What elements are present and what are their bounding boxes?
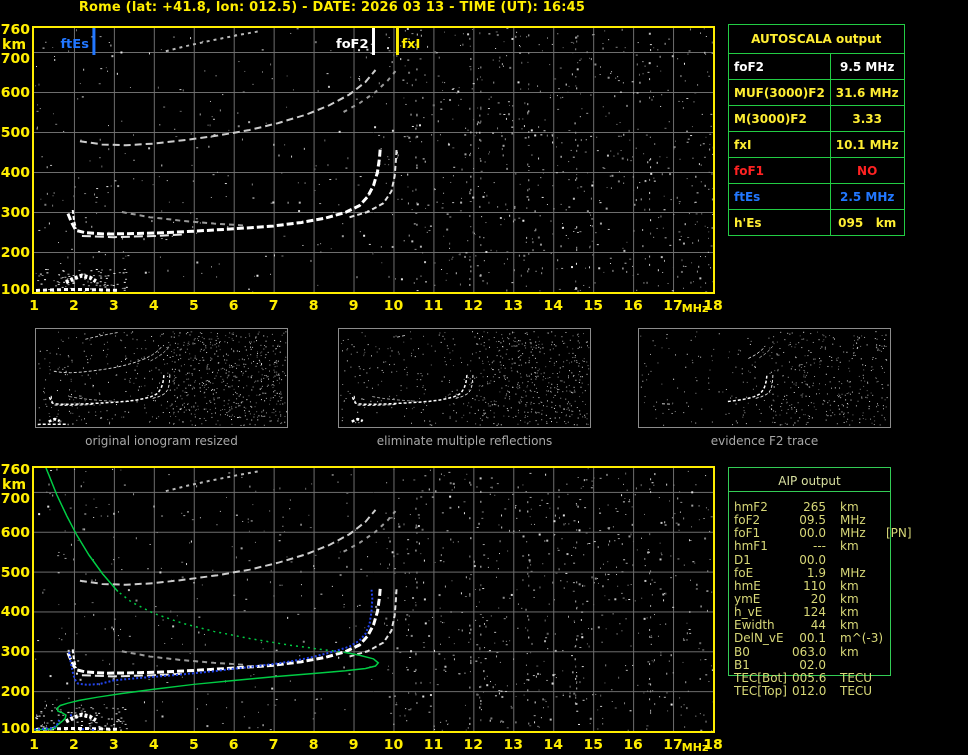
ionogram-top-canvas [0, 14, 730, 316]
autoscala-value: 3.33 [829, 105, 905, 132]
autoscala-row-foF2: foF2 9.5 MHz [728, 53, 905, 80]
aip-rows: hmF2 265 km foF2 09.5 MHz foF1 00.0 MHz [PN] hmF1-… [734, 500, 964, 698]
aip-label: TEC[Bot] [734, 670, 787, 685]
aip-value: 110 [803, 578, 826, 593]
aip-label: hmF1 [734, 539, 768, 554]
aip-unit: km [840, 578, 859, 593]
thumbnail-canvas-original [36, 329, 287, 427]
autoscala-label: foF2 [728, 53, 831, 80]
aip-extra: [PN] [886, 526, 912, 541]
autoscala-row-M(3000)F2: M(3000)F2 3.33 [728, 105, 905, 132]
aip-unit: m^(-3) [840, 631, 884, 646]
autoscala-label: h'Es [728, 209, 831, 236]
thumbnail-panel-original [35, 328, 288, 428]
aip-label: B1 [734, 657, 750, 672]
thumbnail-caption-original: original ionogram resized [85, 434, 238, 448]
autoscala-row-ftEs: ftEs 2.5 MHz [728, 183, 905, 210]
autoscala-header: AUTOSCALA output [728, 24, 905, 54]
aip-row-D1: D1 00.0 [734, 552, 964, 567]
aip-row-B1: B1 02.0 [734, 657, 964, 672]
autoscala-row-foF1: foF1 NO [728, 157, 905, 184]
aip-unit: km [840, 539, 859, 554]
autoscala-value: 9.5 MHz [829, 53, 905, 80]
thumbnail-canvas-f2-trace [639, 329, 890, 427]
ionogram-bottom-canvas [0, 452, 730, 755]
aip-row-TEC[Top]: TEC[Top] 012.0 TECU [734, 683, 964, 698]
aip-row-hmF1: hmF1 --- km [734, 540, 964, 553]
autoscala-label: M(3000)F2 [728, 105, 831, 132]
aip-label: B0 [734, 644, 750, 659]
aip-label: DelN_vE [734, 631, 784, 646]
aip-unit: TECU [840, 683, 873, 698]
aip-unit: km [840, 644, 859, 659]
aip-value: 005.6 [792, 670, 827, 685]
aip-label: D1 [734, 552, 751, 567]
aip-label: foE [734, 565, 754, 580]
autoscala-value: 095 km [829, 209, 905, 236]
autoscala-value: NO [829, 157, 905, 184]
aip-value: 00.1 [799, 631, 826, 646]
thumbnail-panel-no-multiples [338, 328, 591, 428]
autoscala-row-fxI: fxI 10.1 MHz [728, 131, 905, 158]
autoscala-label: ftEs [728, 183, 831, 210]
aip-row-TEC[Bot]: TEC[Bot] 005.6 TECU [734, 670, 964, 685]
aip-unit: MHz [840, 565, 866, 580]
page-title: Rome (lat: +41.8, lon: 012.5) - DATE: 20… [78, 0, 586, 15]
aip-row-foE: foE 1.9 MHz [734, 565, 964, 580]
aip-row-hmE: hmE 110 km [734, 578, 964, 593]
autoscala-value: 2.5 MHz [829, 183, 905, 210]
autoscala-value: 10.1 MHz [829, 131, 905, 158]
aip-value: 00.0 [799, 552, 826, 567]
thumbnail-panel-f2-trace [638, 328, 891, 428]
aip-value: 1.9 [806, 565, 826, 580]
autoscala-label: foF1 [728, 157, 831, 184]
aip-value: 012.0 [792, 683, 827, 698]
thumbnail-canvas-no-multiples [339, 329, 590, 427]
aip-row-DelN_vE: DelN_vE 00.1 m^(-3) [734, 632, 964, 645]
aip-row-B0: B0 063.0 km [734, 644, 964, 659]
autoscala-screen: Rome (lat: +41.8, lon: 012.5) - DATE: 20… [0, 0, 968, 755]
autoscala-label: fxI [728, 131, 831, 158]
thumbnail-caption-no-multiples: eliminate multiple reflections [376, 434, 553, 448]
autoscala-value: 31.6 MHz [829, 79, 905, 106]
aip-unit [840, 554, 884, 567]
thumbnail-caption-f2-trace: evidence F2 trace [710, 434, 819, 448]
aip-value: --- [813, 539, 826, 554]
aip-value: 063.0 [792, 644, 827, 659]
aip-label: hmE [734, 578, 761, 593]
aip-label: TEC[Top] [734, 683, 787, 698]
autoscala-label: MUF(3000)F2 [728, 79, 831, 106]
autoscala-row-MUF(3000)F2: MUF(3000)F2 31.6 MHz [728, 79, 905, 106]
aip-header: AIP output [728, 470, 891, 492]
autoscala-table: AUTOSCALA output foF2 9.5 MHz MUF(3000)F2 31… [728, 24, 905, 236]
aip-value: 02.0 [799, 657, 826, 672]
aip-unit: TECU [840, 670, 873, 685]
aip-unit [840, 659, 884, 672]
autoscala-row-h'Es: h'Es 095 km [728, 209, 905, 236]
